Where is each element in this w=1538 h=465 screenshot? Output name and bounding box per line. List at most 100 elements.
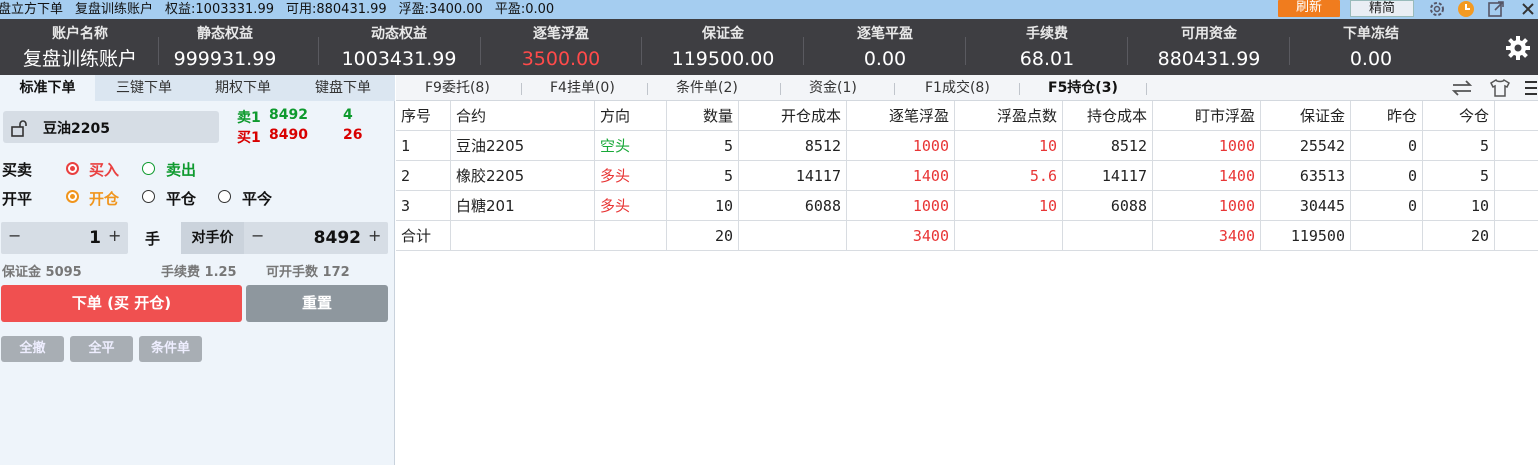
header-hold-cost[interactable]: 持仓成本 [1063, 101, 1153, 131]
acct-value: 999931.99 [173, 48, 277, 70]
cell-contract: 橡胶2205 [451, 161, 595, 191]
qty-minus-button[interactable]: − [8, 226, 21, 245]
tab-keyboard-order[interactable]: 键盘下单 [293, 75, 393, 101]
acct-value: 复盘训练账户 [22, 48, 137, 70]
cell-today: 10 [1423, 191, 1495, 221]
buy1-price[interactable]: 8490 [269, 127, 308, 143]
cell-index: 1 [396, 131, 451, 161]
header-today[interactable]: 今仓 [1423, 101, 1495, 131]
total-today: 20 [1423, 221, 1495, 251]
settings-gear-icon[interactable] [1504, 34, 1532, 62]
close-option-label[interactable]: 平仓 [166, 188, 196, 209]
tab-three-key-order[interactable]: 三键下单 [95, 75, 193, 101]
tab-trades[interactable]: F1成交(8) [925, 75, 990, 101]
table-row[interactable]: 3 白糖201 多头 10 6088 1000 10 6088 1000 304… [396, 191, 1538, 221]
order-mode-tabs: 标准下单 三键下单 期权下单 键盘下单 [0, 75, 395, 101]
total-margin: 119500 [1261, 221, 1351, 251]
header-quantity[interactable]: 数量 [667, 101, 739, 131]
cell-margin: 63513 [1261, 161, 1351, 191]
close-all-button[interactable]: 全平 [70, 336, 133, 362]
swap-icon[interactable] [1451, 79, 1473, 101]
sell1-qty: 4 [343, 107, 353, 123]
openable-info: 可开手数 172 [266, 265, 350, 280]
price-value[interactable]: 8492 [291, 228, 361, 248]
sell-radio[interactable] [142, 162, 155, 175]
acct-col-static-equity: 静态权益 999931.99 [145, 19, 305, 75]
open-option-label[interactable]: 开仓 [89, 188, 119, 209]
header-direction[interactable]: 方向 [595, 101, 667, 131]
price-plus-button[interactable]: + [368, 226, 381, 245]
acct-col-dynamic-equity: 动态权益 1003431.99 [319, 19, 479, 75]
close-today-radio[interactable] [218, 190, 231, 203]
acct-label: 动态权益 [371, 26, 427, 42]
table-row[interactable]: 2 橡胶2205 多头 5 14117 1400 5.6 14117 1400 … [396, 161, 1538, 191]
header-open-cost[interactable]: 开仓成本 [739, 101, 847, 131]
refresh-button[interactable]: 刷新 [1278, 0, 1340, 17]
header-mtm-pnl[interactable]: 盯市浮盈 [1153, 101, 1261, 131]
cell-mtm-pnl: 1000 [1153, 131, 1261, 161]
cancel-all-button[interactable]: 全撤 [1, 336, 64, 362]
sell1-label: 卖1 [237, 110, 261, 126]
buy-radio[interactable] [66, 162, 79, 175]
header-margin[interactable]: 保证金 [1261, 101, 1351, 131]
table-total-row: 合计 20 3400 3400 119500 20 [396, 221, 1538, 251]
cell-margin: 30445 [1261, 191, 1351, 221]
tab-pending[interactable]: F4挂单(0) [550, 75, 615, 101]
open-radio[interactable] [66, 190, 79, 203]
price-minus-button[interactable]: − [251, 226, 264, 245]
acct-col-name: 账户名称 复盘训练账户 [0, 19, 160, 75]
sell1-price[interactable]: 8492 [269, 107, 308, 123]
sell-option-label[interactable]: 卖出 [166, 159, 196, 180]
simple-mode-button[interactable]: 精简 [1350, 0, 1414, 17]
clock-icon[interactable] [1456, 0, 1476, 18]
reset-button[interactable]: 重置 [246, 285, 388, 322]
cell-floating-points: 10 [955, 131, 1063, 161]
shirt-icon[interactable] [1489, 78, 1511, 102]
qty-value[interactable]: 1 [61, 228, 101, 248]
tab-orders[interactable]: F9委托(8) [425, 75, 490, 101]
contract-name: 豆油2205 [43, 121, 110, 137]
account-summary-bar: 账户名称 复盘训练账户 静态权益 999931.99 动态权益 1003431.… [0, 19, 1538, 75]
header-yesterday[interactable]: 昨仓 [1351, 101, 1423, 131]
close-radio[interactable] [142, 190, 155, 203]
export-icon[interactable] [1486, 0, 1506, 18]
acct-value: 68.01 [1019, 48, 1075, 70]
contract-selector[interactable]: 豆油2205 [3, 111, 219, 143]
tab-funds[interactable]: 资金(1) [809, 75, 857, 101]
acct-value: 0.00 [863, 48, 907, 70]
cell-index: 2 [396, 161, 451, 191]
total-label: 合计 [396, 221, 451, 251]
total-floating-pnl: 3400 [847, 221, 955, 251]
buy-option-label[interactable]: 买入 [89, 159, 119, 180]
tab-conditional[interactable]: 条件单(2) [676, 75, 738, 101]
close-today-option-label[interactable]: 平今 [242, 188, 272, 209]
offset-label: 开平 [2, 190, 33, 208]
cell-direction: 空头 [595, 131, 667, 161]
app-title: 盘立方下单 [0, 2, 64, 17]
header-floating-pnl[interactable]: 逐笔浮盈 [847, 101, 955, 131]
menu-icon[interactable] [1524, 80, 1538, 100]
conditional-order-button[interactable]: 条件单 [139, 336, 202, 362]
tab-positions[interactable]: F5持仓(3) [1048, 75, 1118, 101]
acct-value: 1003431.99 [341, 48, 457, 70]
cell-quantity: 10 [667, 191, 739, 221]
acct-label: 手续费 [1026, 26, 1068, 42]
qty-plus-button[interactable]: + [108, 226, 121, 245]
cell-hold-cost: 6088 [1063, 191, 1153, 221]
tab-option-order[interactable]: 期权下单 [193, 75, 293, 101]
table-row[interactable]: 1 豆油2205 空头 5 8512 1000 10 8512 1000 255… [396, 131, 1538, 161]
gear-icon[interactable] [1427, 0, 1447, 18]
cell-direction: 多头 [595, 191, 667, 221]
header-floating-points[interactable]: 浮盈点数 [955, 101, 1063, 131]
acct-value: 119500.00 [671, 48, 775, 70]
header-index[interactable]: 序号 [396, 101, 451, 131]
header-contract[interactable]: 合约 [451, 101, 595, 131]
tab-standard-order[interactable]: 标准下单 [0, 75, 95, 101]
lock-icon[interactable] [10, 119, 28, 141]
price-stepper: 对手价 − 8492 + [181, 222, 388, 254]
close-icon[interactable] [1518, 0, 1538, 18]
price-type-selector[interactable]: 对手价 [181, 222, 244, 254]
equity-text: 权益:1003331.99 [165, 2, 274, 17]
submit-order-button[interactable]: 下单 (买 开仓) [1, 285, 242, 322]
acct-label: 保证金 [702, 26, 744, 42]
